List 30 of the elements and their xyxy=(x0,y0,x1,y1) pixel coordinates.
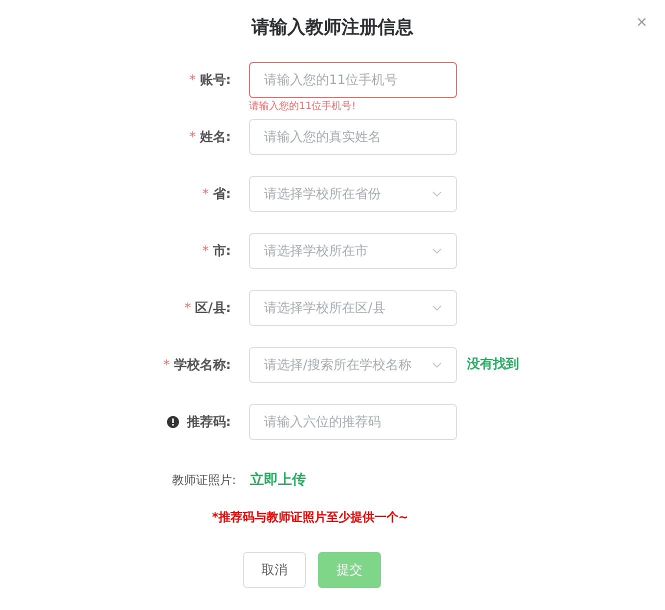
required-mark: * xyxy=(202,186,209,202)
select-field[interactable]: 请选择/搜索所在学校名称 xyxy=(249,347,457,383)
required-mark: * xyxy=(189,72,196,88)
required-mark: * xyxy=(163,358,170,372)
close-button[interactable]: × xyxy=(636,12,647,32)
input-field[interactable]: 请输入您的11位手机号 xyxy=(249,62,457,98)
field-label: 区/县: xyxy=(195,300,231,317)
field-label: 账号: xyxy=(200,72,231,89)
not-found-link[interactable]: 没有找到 xyxy=(467,347,519,383)
chevron-down-icon xyxy=(432,305,442,311)
field-label: 市: xyxy=(212,242,231,260)
chevron-down-icon xyxy=(432,191,442,197)
field-label: 学校名称: xyxy=(174,357,231,374)
notice-text: *推荐码与教师证照片至少提供一个~ xyxy=(212,509,410,526)
select-field[interactable]: 请选择学校所在省份 xyxy=(249,176,457,212)
chevron-down-icon xyxy=(432,362,442,368)
field-label: 姓名: xyxy=(200,129,231,146)
field-label: 教师证照片: xyxy=(172,472,236,488)
select-field[interactable]: 请选择学校所在区/县 xyxy=(249,290,457,326)
field-label: 省: xyxy=(212,186,231,203)
dialog-title: 请输入教师注册信息 xyxy=(252,16,414,40)
error-message: 请输入您的11位手机号! xyxy=(249,100,357,114)
required-mark: * xyxy=(184,300,192,316)
upload-link[interactable]: 立即上传 xyxy=(250,471,306,489)
field-label: 推荐码: xyxy=(186,414,231,431)
select-field[interactable]: 请选择学校所在市 xyxy=(249,233,457,269)
chevron-down-icon xyxy=(432,248,442,254)
required-mark: * xyxy=(189,130,196,144)
cancel-button[interactable]: 取消 xyxy=(243,552,306,588)
required-mark: * xyxy=(202,244,209,258)
